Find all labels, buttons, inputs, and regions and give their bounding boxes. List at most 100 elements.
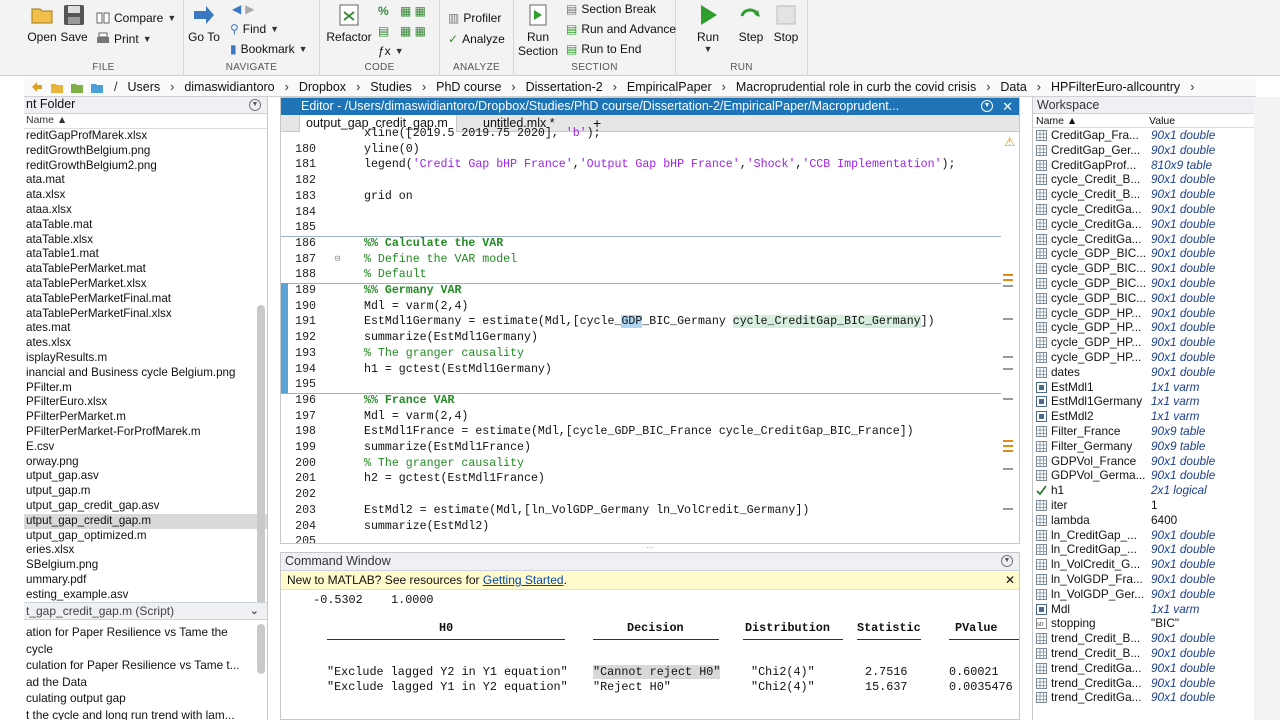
workspace-variable-row[interactable]: ln_VolGDP_Fra... 90x1 double (1033, 572, 1254, 587)
breadcrumb-item[interactable]: PhD course (436, 80, 501, 94)
code-line[interactable]: 186 %% Calculate the VAR (281, 236, 1001, 252)
file-item[interactable]: PFilter.m (24, 381, 267, 396)
code-analyzer-marker[interactable] (1003, 445, 1013, 447)
code-analyzer-marker[interactable] (1003, 318, 1013, 320)
code-analyzer-marker[interactable] (1003, 285, 1013, 287)
code-analyzer-marker[interactable] (1003, 398, 1013, 400)
run-to-end-button[interactable]: ▤ Run to End (566, 40, 641, 58)
comment-button[interactable]: % (378, 2, 389, 20)
workspace-variable-row[interactable]: trend_Credit_B... 90x1 double (1033, 646, 1254, 661)
code-line[interactable]: 200 % The granger causality (281, 456, 1001, 472)
workspace-variable-row[interactable]: ln_VolCredit_G... 90x1 double (1033, 557, 1254, 572)
workspace-variable-row[interactable]: EstMdl1 1x1 varm (1033, 380, 1254, 395)
workspace-variable-row[interactable]: CreditGapProf... 810x9 table (1033, 158, 1254, 173)
file-item[interactable]: ummary.pdf (24, 573, 267, 588)
file-item[interactable]: PFilterPerMarket.m (24, 410, 267, 425)
code-line[interactable]: 205 (281, 534, 1001, 543)
file-item[interactable]: ataTablePerMarket.xlsx (24, 277, 267, 292)
folder-name-column-header[interactable]: Name ▲ (24, 114, 267, 129)
refactor-button[interactable]: Refactor (324, 2, 374, 44)
file-item[interactable]: ates.mat (24, 321, 267, 336)
code-line[interactable]: 197 Mdl = varm(2,4) (281, 409, 1001, 425)
bookmark-button[interactable]: ▮ Bookmark ▼ (230, 40, 308, 58)
details-header[interactable]: t_gap_credit_gap.m (Script) ⌄ (24, 602, 267, 620)
profiler-button[interactable]: ▥ Profiler (448, 9, 501, 27)
section-break-button[interactable]: ▤ Section Break (566, 0, 656, 18)
indent-button[interactable]: ▦ ▦ (400, 2, 426, 20)
code-analyzer-marker[interactable] (1003, 356, 1013, 358)
browse-folder-icon[interactable] (70, 80, 84, 94)
workspace-variable-row[interactable]: CreditGap_Fra... 90x1 double (1033, 128, 1254, 143)
workspace-scrollbar-track[interactable] (1254, 97, 1280, 720)
back-arrow-icon[interactable] (30, 80, 44, 94)
file-item[interactable]: orway.png (24, 455, 267, 470)
details-scrollbar[interactable] (257, 624, 265, 674)
breadcrumb-item[interactable]: Data (1000, 80, 1026, 94)
workspace-variable-row[interactable]: cycle_CreditGa... 90x1 double (1033, 202, 1254, 217)
workspace-variable-row[interactable]: cycle_Credit_B... 90x1 double (1033, 187, 1254, 202)
workspace-variable-row[interactable]: Filter_France 90x9 table (1033, 424, 1254, 439)
workspace-variable-row[interactable]: trend_CreditGa... 90x1 double (1033, 690, 1254, 705)
code-line[interactable]: 201 h2 = gctest(EstMdl1France) (281, 471, 1001, 487)
file-item[interactable]: isplayResults.m (24, 351, 267, 366)
code-analyzer-marker[interactable] (1003, 368, 1013, 370)
workspace-variable-row[interactable]: cycle_Credit_B... 90x1 double (1033, 172, 1254, 187)
code-line[interactable]: 199 summarize(EstMdl1France) (281, 440, 1001, 456)
workspace-variable-row[interactable]: GDPVol_France 90x1 double (1033, 454, 1254, 469)
workspace-variable-row[interactable]: cycle_GDP_HP... 90x1 double (1033, 335, 1254, 350)
wrap-button[interactable]: ▦ ▦ (400, 22, 426, 40)
file-item[interactable]: eries.xlsx (24, 543, 267, 558)
code-line[interactable]: 198 EstMdl1France = estimate(Mdl,[cycle_G… (281, 424, 1001, 440)
code-analyzer-marker[interactable] (1003, 450, 1013, 452)
up-folder-icon[interactable] (50, 80, 64, 94)
code-line[interactable]: 190 Mdl = varm(2,4) (281, 299, 1001, 315)
getting-started-link[interactable]: Getting Started (483, 573, 564, 587)
workspace-variable-row[interactable]: cycle_GDP_HP... 90x1 double (1033, 306, 1254, 321)
folder-scrollbar[interactable] (257, 305, 265, 605)
file-item[interactable]: ataTablePerMarketFinal.xlsx (24, 307, 267, 322)
breadcrumb-item[interactable]: Macroprudential role in curb the covid c… (736, 80, 976, 94)
file-item[interactable]: inancial and Business cycle Belgium.png (24, 366, 267, 381)
file-item[interactable]: utput_gap.asv (24, 469, 267, 484)
workspace-variable-row[interactable]: ln_CreditGap_... 90x1 double (1033, 542, 1254, 557)
close-icon[interactable]: ✕ (1005, 571, 1015, 590)
breadcrumb-item[interactable]: HPFilterEuro-allcountry (1051, 80, 1180, 94)
code-line[interactable]: 202 (281, 487, 1001, 503)
workspace-variable-row[interactable]: CreditGap_Ger... 90x1 double (1033, 143, 1254, 158)
close-icon[interactable]: ✕ (1002, 98, 1013, 115)
code-area[interactable]: xline([2019.5 2019.75 2020], 'b'); 180 yli… (281, 127, 1019, 543)
workspace-variable-row[interactable]: ln_VolGDP_Ger... 90x1 double (1033, 587, 1254, 602)
workspace-variable-row[interactable]: trend_Credit_B... 90x1 double (1033, 631, 1254, 646)
run-advance-button[interactable]: ▤ Run and Advance (566, 20, 676, 38)
workspace-variable-row[interactable]: iter 1 (1033, 498, 1254, 513)
fx-button[interactable]: ƒx ▼ (378, 42, 404, 60)
workspace-variable-row[interactable]: cycle_GDP_BIC... 90x1 double (1033, 246, 1254, 261)
analyze-button[interactable]: ✓ Analyze (448, 30, 505, 48)
workspace-variable-row[interactable]: GDPVol_Germa... 90x1 double (1033, 468, 1254, 483)
workspace-variable-row[interactable]: str stopping "BIC" (1033, 616, 1254, 631)
breadcrumb-item[interactable]: EmpiricalPaper (627, 80, 712, 94)
file-item[interactable]: ataTablePerMarketFinal.mat (24, 292, 267, 307)
file-item[interactable]: PFilterEuro.xlsx (24, 395, 267, 410)
code-line[interactable]: 203 EstMdl2 = estimate(Mdl,[ln_VolGDP_Ger… (281, 503, 1001, 519)
workspace-variable-row[interactable]: cycle_GDP_BIC... 90x1 double (1033, 261, 1254, 276)
file-item[interactable]: utput_gap_credit_gap.asv (24, 499, 267, 514)
code-line[interactable]: xline([2019.5 2019.75 2020], 'b'); (281, 126, 1001, 142)
ws-value-column-header[interactable]: Value (1149, 114, 1175, 128)
code-line[interactable]: 183 grid on (281, 189, 1001, 205)
file-item[interactable]: ataTable1.mat (24, 247, 267, 262)
breadcrumb-item[interactable]: Dissertation-2 (526, 80, 603, 94)
code-analyzer-marker[interactable] (1003, 440, 1013, 442)
goto-button[interactable]: Go To (182, 2, 226, 44)
workspace-variable-row[interactable]: cycle_CreditGa... 90x1 double (1033, 232, 1254, 247)
file-item[interactable]: ataTable.mat (24, 218, 267, 233)
workspace-variable-row[interactable]: trend_CreditGa... 90x1 double (1033, 661, 1254, 676)
code-line[interactable]: 195 (281, 377, 1001, 393)
breadcrumb-item[interactable]: Studies (370, 80, 412, 94)
ws-name-column-header[interactable]: Name ▲ (1036, 114, 1077, 128)
code-line[interactable]: 196 %% France VAR (281, 393, 1001, 409)
print-button[interactable]: Print ▼ (96, 30, 152, 48)
code-line[interactable]: 180 yline(0) (281, 142, 1001, 158)
file-item[interactable]: esting_example.asv (24, 588, 267, 603)
file-item[interactable]: ataa.xlsx (24, 203, 267, 218)
